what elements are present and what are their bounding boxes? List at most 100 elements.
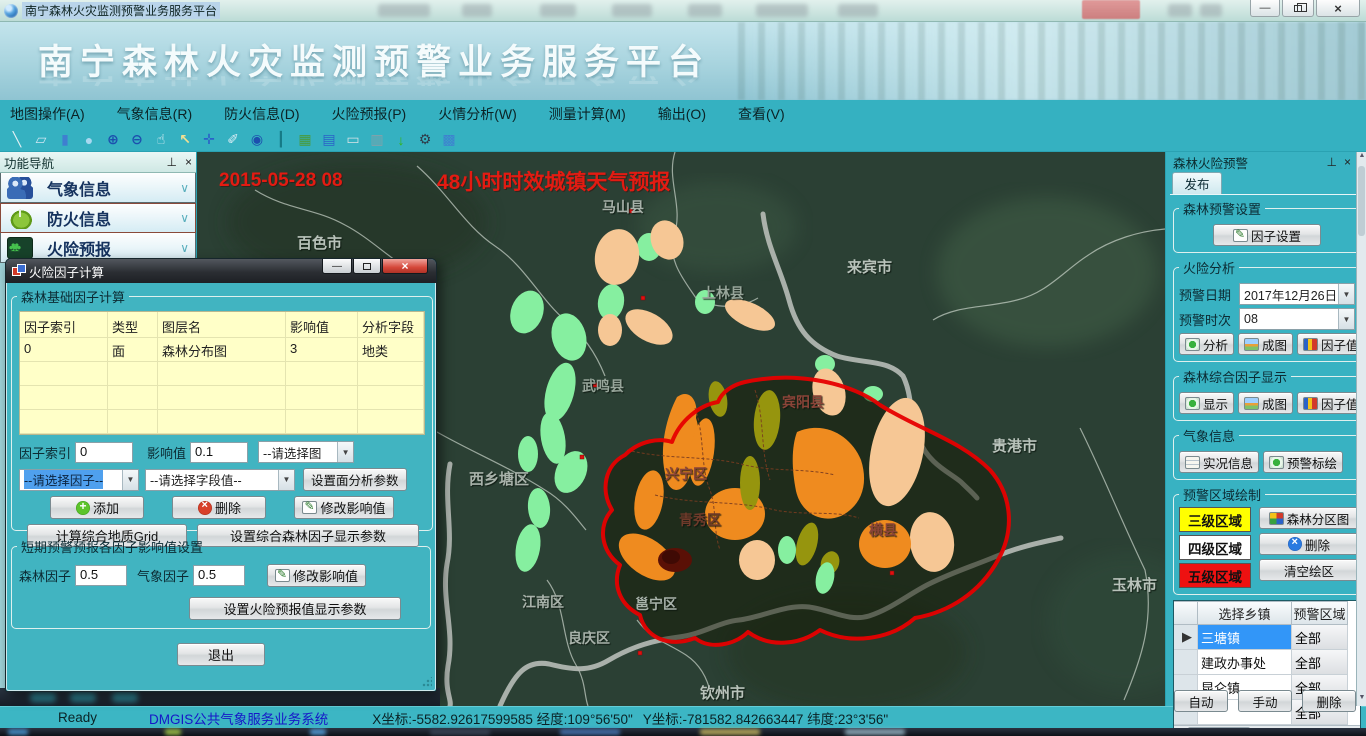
taskbar-icon[interactable]: [700, 729, 760, 735]
composite-button[interactable]: 成图: [1238, 392, 1293, 414]
forest-factor-label: 森林因子: [19, 566, 71, 585]
menu-item[interactable]: 防火信息(D): [224, 104, 299, 124]
area-draw-tool-button[interactable]: 森林分区图: [1259, 507, 1359, 529]
risk-analysis-button[interactable]: 成图: [1238, 333, 1293, 355]
area-draw-tool-button[interactable]: 删除: [1259, 533, 1359, 555]
taskbar-icon[interactable]: [845, 729, 905, 735]
scrollbar-thumb[interactable]: [1358, 166, 1365, 236]
close-icon[interactable]: ×: [185, 155, 192, 169]
menu-item[interactable]: 测量计算(M): [549, 104, 626, 124]
risk-analysis-button[interactable]: 分析: [1179, 333, 1234, 355]
panel-bottom-button[interactable]: 手动: [1238, 690, 1292, 712]
township-row[interactable]: 建政办事处 全部: [1174, 650, 1360, 675]
weather-button[interactable]: 预警标绘: [1263, 451, 1343, 473]
nav-panel-item[interactable]: 防火信息 ∨: [0, 203, 196, 233]
dialog-close-button[interactable]: ×: [382, 259, 428, 274]
factor-table[interactable]: 因子索引类型图层名影响值分析字段 0 面 森林分布图 3 地类: [19, 311, 425, 435]
rectangle-icon[interactable]: ▮: [53, 130, 77, 150]
window-close-button[interactable]: ×: [1316, 0, 1360, 17]
polygon-icon[interactable]: ▱: [29, 130, 53, 150]
identify-icon[interactable]: ✐: [221, 130, 245, 150]
map-image-icon[interactable]: ▦: [293, 130, 317, 150]
scroll-down-arrow[interactable]: ▼: [1357, 694, 1366, 706]
print-export-icon[interactable]: ▥: [365, 130, 389, 150]
modify-impact-button-2[interactable]: 修改影响值: [267, 564, 366, 587]
close-icon[interactable]: ×: [1344, 155, 1351, 169]
township-name-cell[interactable]: 建政办事处: [1198, 650, 1292, 675]
factor-index-input[interactable]: 0: [75, 442, 133, 463]
menu-item[interactable]: 输出(O): [658, 104, 706, 124]
ellipse-icon[interactable]: ●: [77, 130, 101, 150]
delete-button[interactable]: 删除: [172, 496, 266, 519]
factor-table-row[interactable]: 0 面 森林分布图 3 地类: [20, 338, 424, 362]
set-area-params-button[interactable]: 设置面分析参数: [303, 468, 407, 491]
vertical-scrollbar[interactable]: ▲ ▼: [1356, 152, 1366, 706]
field-value-select[interactable]: --请选择字段值--▼: [145, 469, 295, 491]
warning-area-cell[interactable]: 全部: [1292, 625, 1348, 650]
menu-item[interactable]: 地图操作(A): [10, 104, 85, 124]
township-name-cell[interactable]: 三塘镇: [1198, 625, 1292, 650]
set-fire-display-button[interactable]: 设置火险预报值显示参数: [189, 597, 401, 620]
window-restore-button[interactable]: [1282, 0, 1314, 17]
taskbar-icon[interactable]: [560, 729, 620, 735]
menu-item[interactable]: 气象信息(R): [117, 104, 192, 124]
township-table-header: [1174, 601, 1198, 625]
warning-date-select[interactable]: 2017年12月26日▼: [1239, 283, 1355, 305]
draw-line-icon[interactable]: ╲: [5, 130, 29, 150]
zoom-out-icon[interactable]: ⊖: [125, 130, 149, 150]
warning-level-swatch[interactable]: 五级区域: [1179, 563, 1251, 588]
dialog-minimize-button[interactable]: —: [322, 259, 352, 274]
menu-item[interactable]: 查看(V): [738, 104, 785, 124]
taskbar-icon[interactable]: [8, 729, 28, 735]
scroll-up-arrow[interactable]: ▲: [1357, 152, 1366, 164]
settings-gear-icon[interactable]: ⚙: [413, 130, 437, 150]
tab-publish[interactable]: 发布: [1172, 172, 1222, 194]
factor-select[interactable]: --请选择因子--▼: [19, 469, 139, 491]
zoom-in-icon[interactable]: ⊕: [101, 130, 125, 150]
composite-button[interactable]: 显示: [1179, 392, 1234, 414]
move-icon[interactable]: ✛: [197, 130, 221, 150]
dialog-title-bar[interactable]: 火险因子计算 — ×: [6, 259, 436, 283]
menu-item[interactable]: 火情分析(W): [438, 104, 517, 124]
overlay-record-button[interactable]: [1082, 0, 1140, 19]
warning-level-swatch[interactable]: 三级区域: [1179, 507, 1251, 532]
window-minimize-button[interactable]: —: [1250, 0, 1280, 17]
taskbar-icon[interactable]: [430, 729, 490, 735]
pin-icon[interactable]: ⊥: [1327, 155, 1337, 169]
weather-button[interactable]: 实况信息: [1179, 451, 1259, 473]
panel-bottom-button[interactable]: 自动: [1174, 690, 1228, 712]
modify-impact-button[interactable]: 修改影响值: [294, 496, 393, 519]
printer-icon[interactable]: ▭: [341, 130, 365, 150]
windows-taskbar[interactable]: [0, 728, 1366, 736]
forest-factor-input[interactable]: 0.5: [75, 565, 127, 586]
menu-item[interactable]: 火险预报(P): [332, 104, 407, 124]
factor-setting-button[interactable]: 因子设置: [1213, 224, 1321, 246]
panel-bottom-button[interactable]: 删除: [1302, 690, 1356, 712]
nav-panel-item[interactable]: 气象信息 ∨: [0, 173, 196, 203]
township-row[interactable]: ▶ 三塘镇 全部: [1174, 625, 1360, 650]
warning-level-swatch[interactable]: 四级区域: [1179, 535, 1251, 560]
taskbar-icon[interactable]: [165, 729, 181, 735]
legend-icon[interactable]: ▤: [317, 130, 341, 150]
area-draw-tool-button[interactable]: 清空绘区: [1259, 559, 1359, 581]
dialog-maximize-button[interactable]: [353, 259, 381, 274]
add-button[interactable]: 添加: [50, 496, 144, 519]
weather-factor-input[interactable]: 0.5: [193, 565, 245, 586]
impact-input[interactable]: 0.1: [190, 442, 248, 463]
set-display-params-button[interactable]: 设置综合森林因子显示参数: [197, 524, 419, 547]
zoom-select-icon[interactable]: ◉: [245, 130, 269, 150]
image-viewer-icon[interactable]: ▩: [437, 130, 461, 150]
download-icon[interactable]: ↓: [389, 130, 413, 150]
layer-select[interactable]: --请选择图▼: [258, 441, 354, 463]
exit-button[interactable]: 退出: [177, 643, 265, 666]
pan-hand-icon[interactable]: ☝: [149, 130, 173, 150]
risk-analysis-button[interactable]: 因子值: [1297, 333, 1365, 355]
taskbar-icon[interactable]: [310, 729, 326, 735]
warning-area-cell[interactable]: 全部: [1292, 650, 1348, 675]
select-arrow-icon[interactable]: ↖: [173, 130, 197, 150]
warning-time-select[interactable]: 08▼: [1239, 308, 1355, 330]
composite-button[interactable]: 因子值: [1297, 392, 1365, 414]
status-system-name[interactable]: DMGIS公共气象服务业务系统: [149, 708, 328, 728]
pin-icon[interactable]: ⊥: [167, 155, 177, 169]
resize-grip[interactable]: [422, 677, 432, 687]
